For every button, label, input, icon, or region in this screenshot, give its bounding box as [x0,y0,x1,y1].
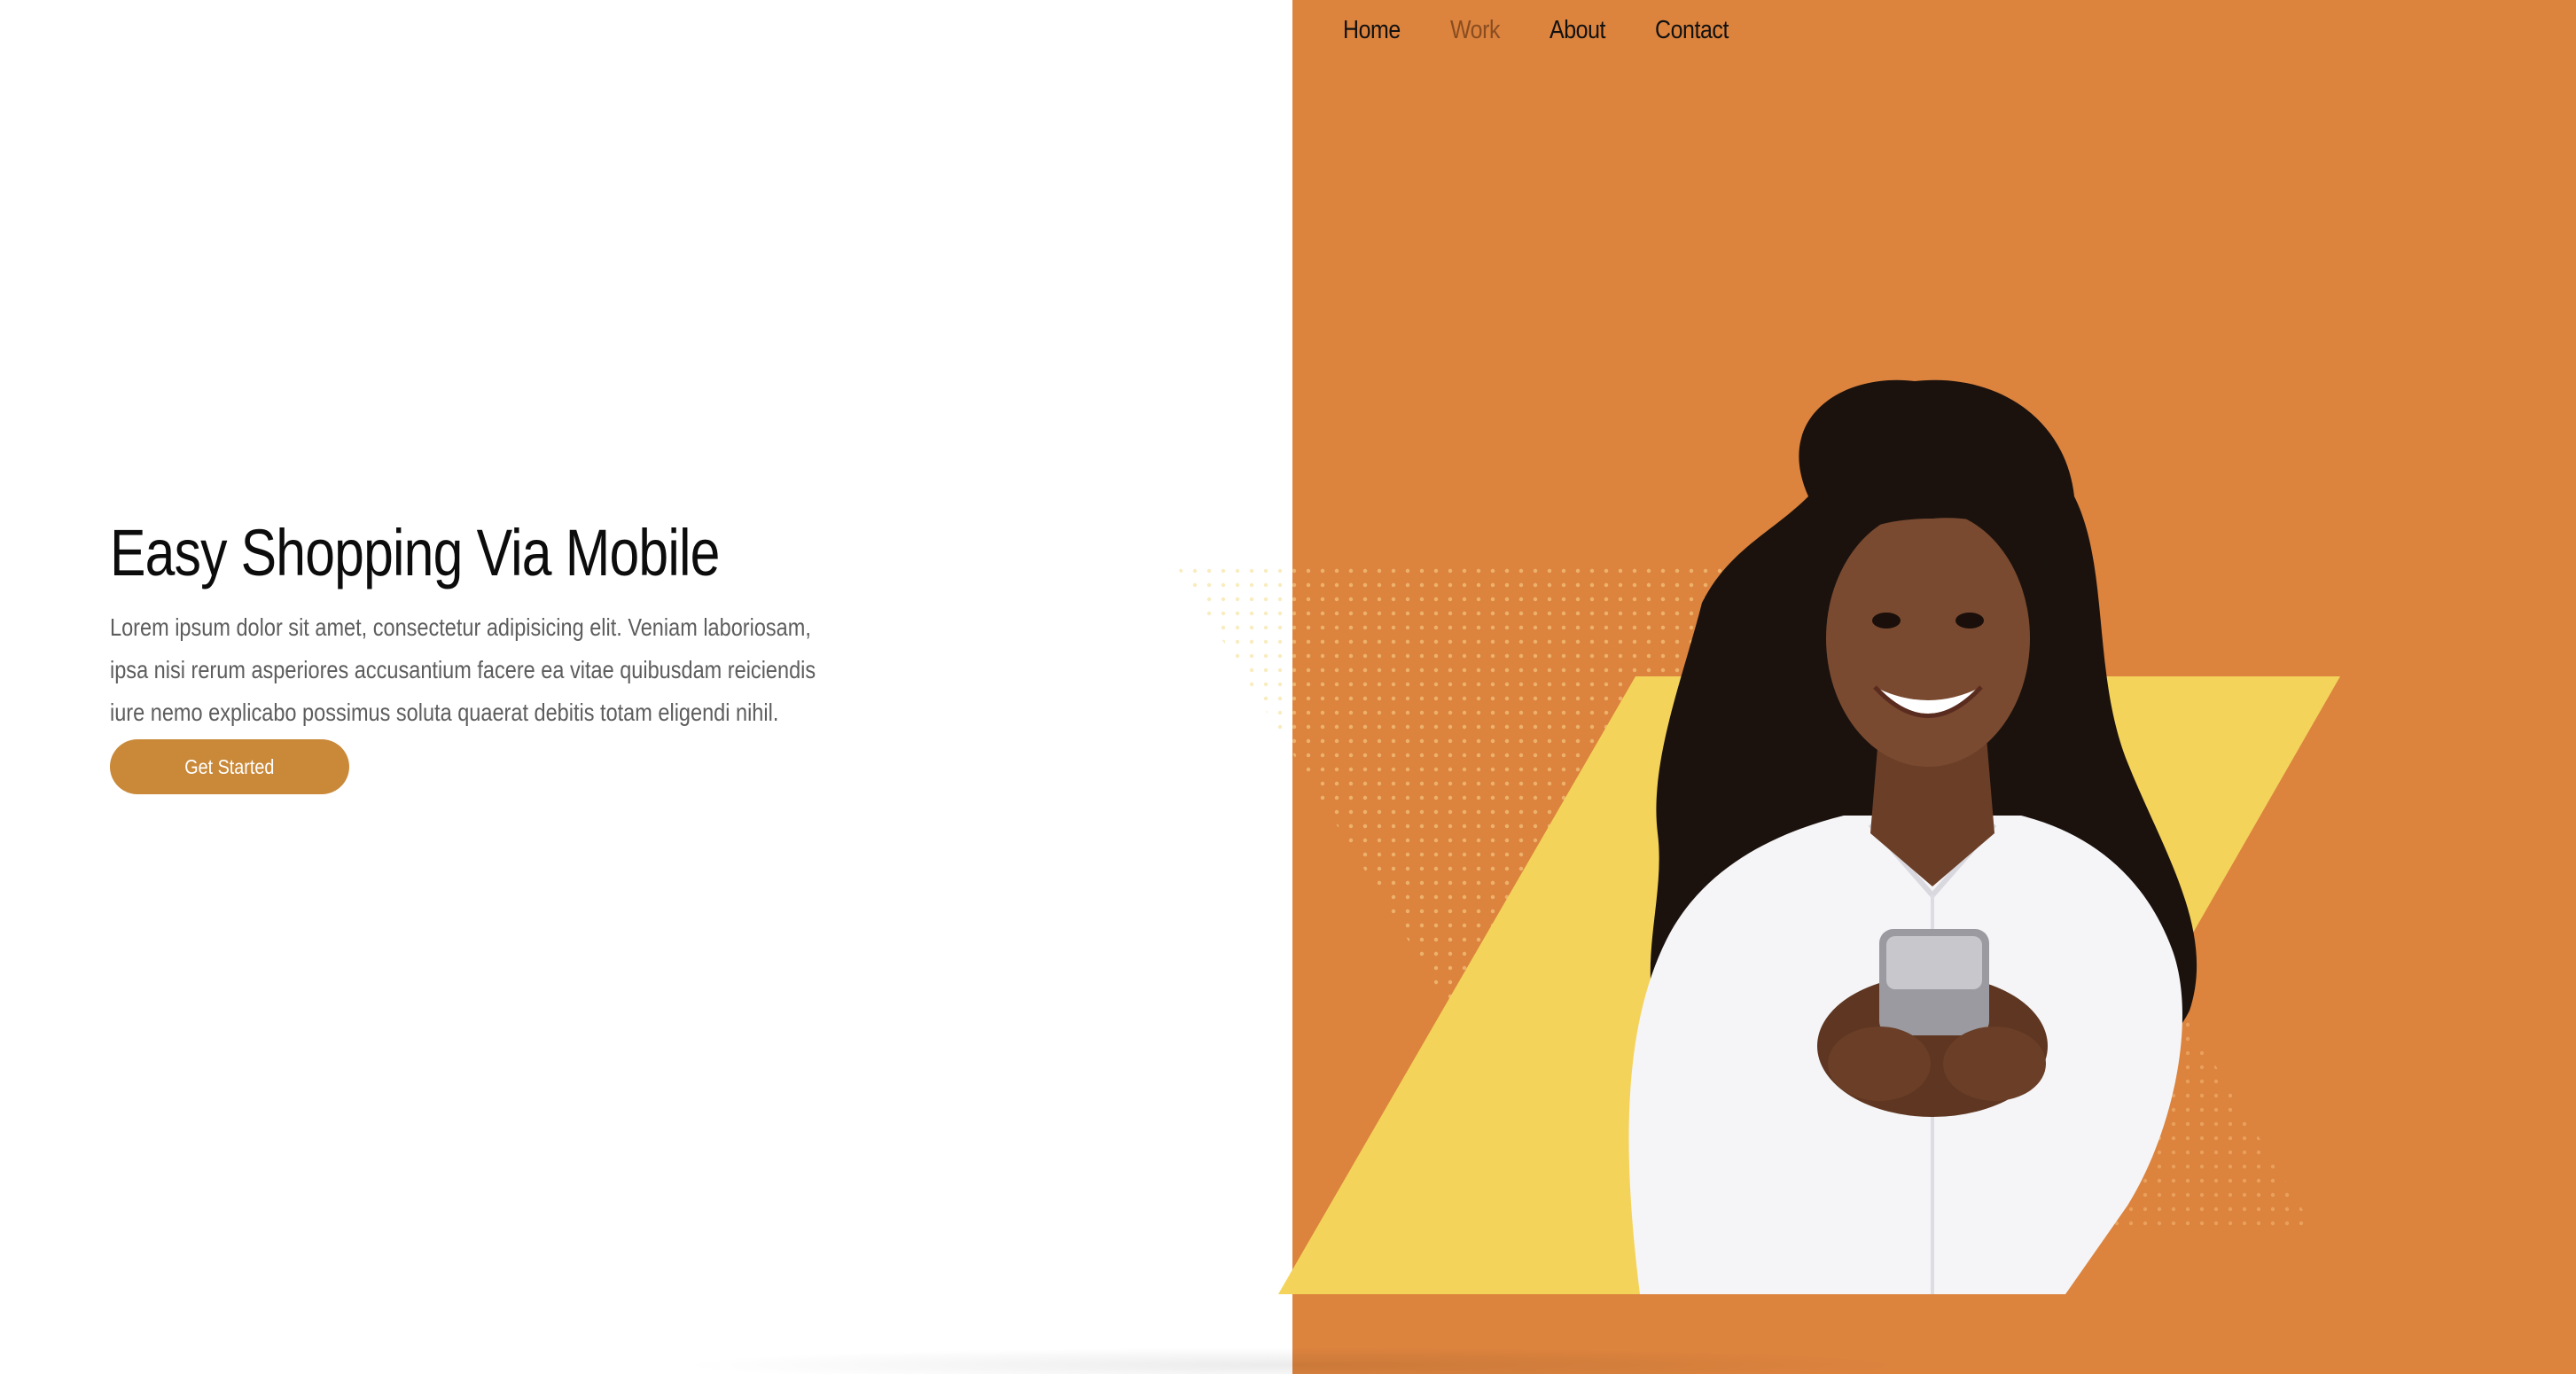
right-panel [1292,0,2576,1374]
get-started-button[interactable]: Get Started [110,739,349,794]
hero-section: Easy Shopping Via Mobile Lorem ipsum dol… [110,512,872,734]
hero-description: Lorem ipsum dolor sit amet, consectetur … [110,613,816,726]
nav-about-link[interactable]: About [1550,16,1605,45]
nav-contact-link[interactable]: Contact [1655,16,1729,45]
nav-home-link[interactable]: Home [1343,16,1401,45]
landing-page: Home Work About Contact Easy Shopping Vi… [0,0,2576,1374]
hero-title: Easy Shopping Via Mobile [110,516,720,589]
bottom-shadow [674,1347,1915,1374]
nav-work-link[interactable]: Work [1450,16,1500,45]
main-nav: Home Work About Contact [1343,16,1740,45]
get-started-label: Get Started [184,754,275,778]
